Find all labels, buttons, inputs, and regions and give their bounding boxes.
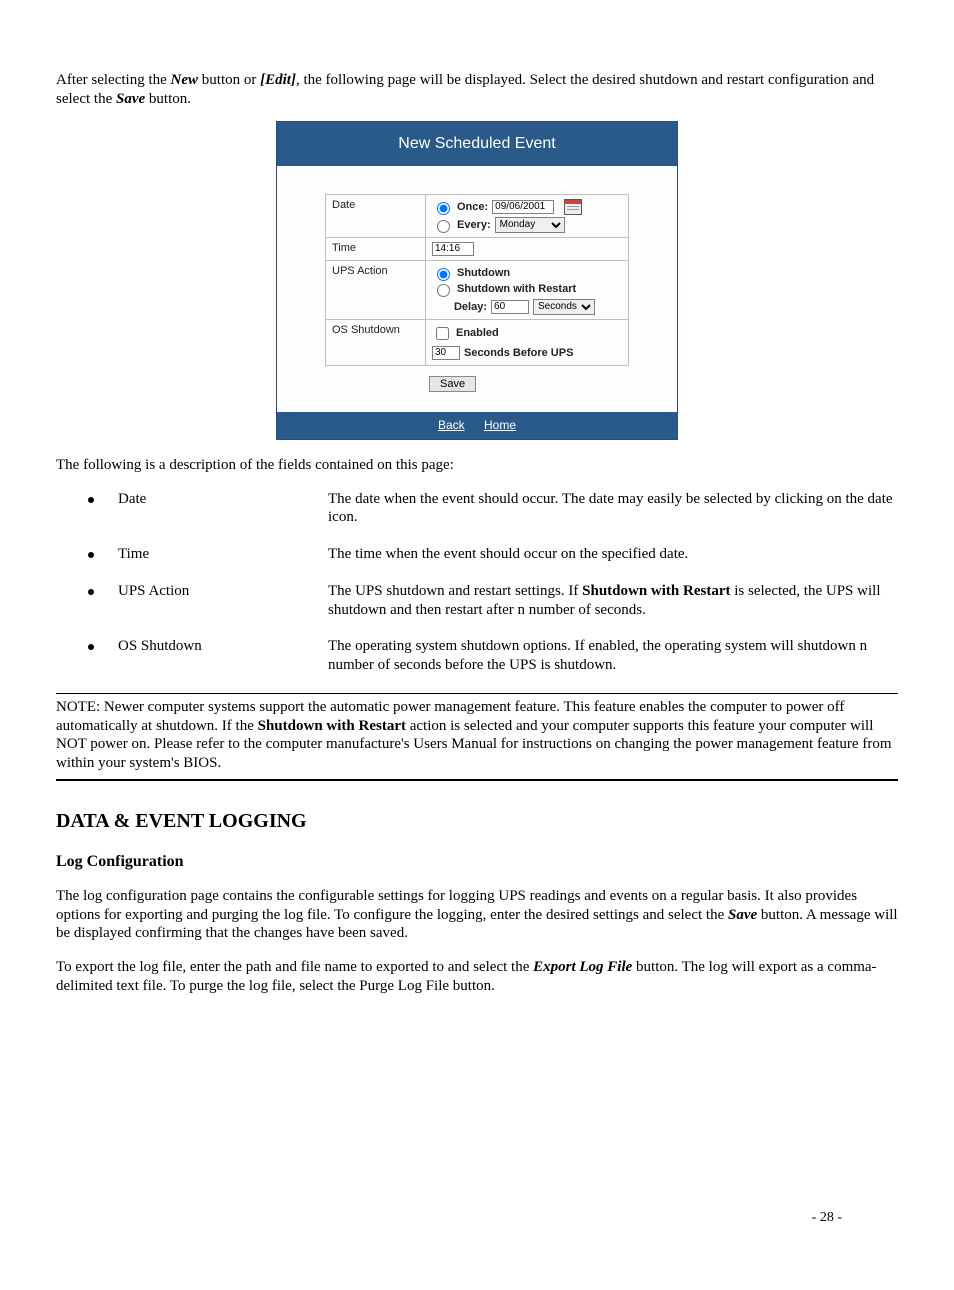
list-item: OS Shutdown The operating system shutdow… (56, 637, 898, 675)
save-ref: Save (728, 907, 757, 923)
list-item: UPS Action The UPS shutdown and restart … (56, 582, 898, 620)
field-description-list: Date The date when the event should occu… (56, 490, 898, 675)
shutdown-label: Shutdown (457, 265, 510, 281)
text: To export the log file, enter the path a… (56, 959, 533, 975)
def-ups: The UPS shutdown and restart settings. I… (328, 582, 898, 620)
panel-title: New Scheduled Event (277, 122, 677, 166)
date-cell: Once: Every: Monday (425, 194, 628, 237)
time-input[interactable] (432, 242, 474, 256)
shutdown-radio[interactable] (437, 268, 450, 281)
note-block: NOTE: Newer computer systems support the… (56, 693, 898, 781)
delay-unit-select[interactable]: Seconds (533, 299, 595, 315)
ups-action-cell: Shutdown Shutdown with Restart Delay: Se… (425, 260, 628, 319)
panel-footer: Back Home (277, 412, 677, 439)
save-button[interactable]: Save (429, 376, 476, 392)
os-enabled-label: Enabled (456, 325, 499, 341)
form-table: Date Once: Every: Monday (325, 194, 629, 366)
panel-body: Date Once: Every: Monday (277, 166, 677, 412)
term-os: OS Shutdown (118, 637, 328, 656)
every-radio[interactable] (437, 220, 450, 233)
section-heading: DATA & EVENT LOGGING (56, 809, 898, 834)
delay-input[interactable] (491, 300, 529, 314)
log-config-p2: To export the log file, enter the path a… (56, 958, 898, 996)
def-time: The time when the event should occur on … (328, 545, 898, 564)
date-label: Date (326, 194, 426, 237)
def-date: The date when the event should occur. Th… (328, 490, 898, 528)
bullet-icon (88, 552, 94, 558)
page-number: - 28 - (812, 1209, 842, 1227)
time-label: Time (326, 237, 426, 260)
bullet-icon (88, 589, 94, 595)
subsection-heading: Log Configuration (56, 852, 898, 872)
bold-term: Shutdown with Restart (258, 718, 406, 734)
edit-link-ref: [Edit] (260, 72, 296, 88)
ups-action-label: UPS Action (326, 260, 426, 319)
text: button or (198, 72, 260, 88)
os-seconds-suffix: Seconds Before UPS (464, 345, 573, 361)
scheduled-event-panel: New Scheduled Event Date Once: Every: (276, 121, 678, 440)
bullet-icon (88, 497, 94, 503)
once-date-input[interactable] (492, 200, 554, 214)
list-item: Date The date when the event should occu… (56, 490, 898, 528)
home-link[interactable]: Home (484, 418, 516, 432)
os-enabled-checkbox[interactable] (436, 327, 449, 340)
term-ups: UPS Action (118, 582, 328, 601)
once-label: Once: (457, 199, 488, 215)
bullet-icon (88, 644, 94, 650)
description-intro: The following is a description of the fi… (56, 456, 898, 475)
term-time: Time (118, 545, 328, 564)
bold-term: Shutdown with Restart (582, 583, 730, 599)
text: After selecting the (56, 72, 171, 88)
save-button-ref: Save (116, 91, 145, 107)
text: button. (145, 91, 191, 107)
os-seconds-input[interactable] (432, 346, 460, 360)
os-shutdown-label: OS Shutdown (326, 319, 426, 365)
term-date: Date (118, 490, 328, 509)
export-ref: Export Log File (533, 959, 632, 975)
once-radio[interactable] (437, 202, 450, 215)
os-shutdown-cell: Enabled Seconds Before UPS (425, 319, 628, 365)
text: The UPS shutdown and restart settings. I… (328, 583, 582, 599)
log-config-p1: The log configuration page contains the … (56, 887, 898, 943)
shutdown-restart-label: Shutdown with Restart (457, 281, 576, 297)
time-cell (425, 237, 628, 260)
every-label: Every: (457, 217, 491, 233)
delay-label: Delay: (454, 299, 487, 315)
back-link[interactable]: Back (438, 418, 465, 432)
intro-paragraph: After selecting the New button or [Edit]… (56, 71, 898, 109)
shutdown-restart-radio[interactable] (437, 284, 450, 297)
every-select[interactable]: Monday (495, 217, 565, 233)
def-os: The operating system shutdown options. I… (328, 637, 898, 675)
new-button-ref: New (171, 72, 199, 88)
calendar-icon[interactable] (564, 199, 582, 215)
list-item: Time The time when the event should occu… (56, 545, 898, 564)
